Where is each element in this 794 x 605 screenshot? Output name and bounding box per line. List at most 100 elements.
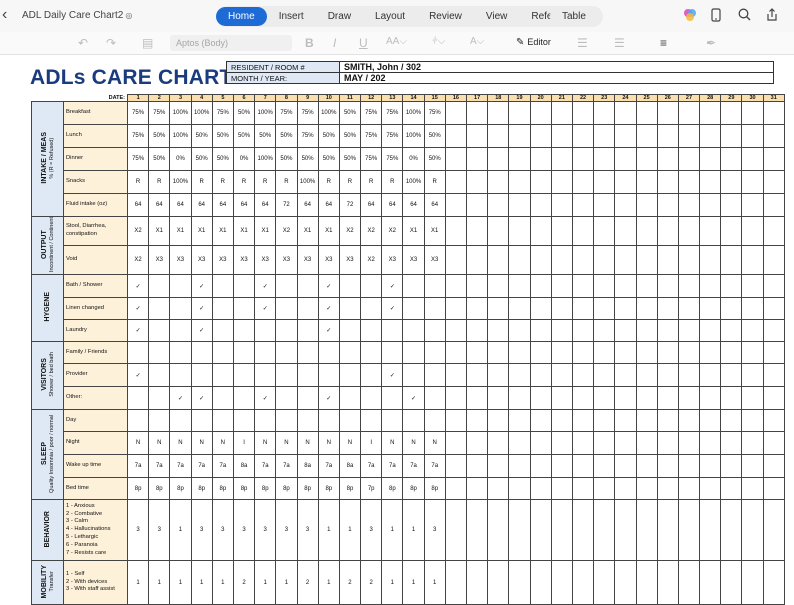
font-color-icon[interactable]: A⌵ [470,36,484,47]
day-cell[interactable] [699,341,722,365]
day-cell[interactable] [444,193,468,217]
day-cell[interactable]: N [126,431,150,456]
day-cell[interactable] [656,297,679,321]
day-cell[interactable] [635,147,658,171]
day-cell[interactable] [762,124,785,148]
checkmark-icon[interactable]: ✓ [402,386,425,411]
day-cell[interactable] [677,431,701,456]
checkmark-icon[interactable]: ✓ [126,319,150,343]
day-cell[interactable]: N [190,431,213,456]
day-cell[interactable] [720,274,743,299]
day-cell[interactable]: 8p [148,477,171,501]
day-cell[interactable] [338,386,362,411]
day-cell[interactable]: 72 [275,193,298,217]
day-cell[interactable]: I [232,431,256,456]
day-cell[interactable] [148,319,171,343]
day-cell[interactable]: 7p [360,477,383,501]
day-cell[interactable] [550,319,573,343]
day-cell[interactable] [720,245,743,276]
day-cell[interactable] [720,409,743,433]
day-cell[interactable] [550,193,573,217]
day-cell[interactable]: X3 [169,245,192,276]
day-cell[interactable] [699,477,722,501]
day-cell[interactable] [550,170,573,194]
day-cell[interactable]: 64 [423,193,446,217]
document-title[interactable]: ADL Daily Care Chart2 ◎ [22,10,132,21]
day-cell[interactable] [656,215,679,247]
day-cell[interactable] [487,363,510,388]
day-cell[interactable] [571,560,595,605]
day-cell[interactable]: 0% [402,147,425,171]
day-cell[interactable]: N [275,431,298,456]
day-cell[interactable] [635,386,658,411]
day-cell[interactable] [720,341,743,365]
day-cell[interactable] [699,363,722,388]
font-size-icon[interactable]: AA⌵ [386,36,407,47]
day-cell[interactable]: 64 [190,193,213,217]
day-cell[interactable] [169,363,192,388]
day-cell[interactable]: 100% [190,101,213,125]
day-cell[interactable] [677,386,701,411]
day-cell[interactable] [677,124,701,148]
day-cell[interactable] [699,274,722,299]
day-cell[interactable] [677,147,701,171]
day-cell[interactable] [741,499,764,562]
day-cell[interactable]: X1 [296,215,319,247]
day-cell[interactable]: 3 [296,499,319,562]
day-cell[interactable] [593,341,616,365]
day-cell[interactable] [232,386,256,411]
day-cell[interactable]: 75% [275,101,298,125]
day-cell[interactable] [148,297,171,321]
day-cell[interactable]: 7a [275,454,298,479]
day-cell[interactable] [635,431,658,456]
day-cell[interactable]: 3 [148,499,171,562]
day-cell[interactable] [720,193,743,217]
day-cell[interactable] [656,193,679,217]
day-cell[interactable]: N [423,431,446,456]
day-cell[interactable] [699,147,722,171]
day-cell[interactable] [720,454,743,479]
day-cell[interactable]: 2 [232,560,256,605]
day-cell[interactable]: X3 [254,245,277,276]
day-cell[interactable] [614,215,637,247]
day-cell[interactable] [381,319,404,343]
redo-icon[interactable]: ↷ [106,36,116,50]
day-cell[interactable] [720,431,743,456]
day-cell[interactable] [614,409,637,433]
day-cell[interactable]: 75% [381,124,404,148]
day-cell[interactable] [381,409,404,433]
day-cell[interactable]: 50% [317,147,340,171]
day-cell[interactable] [444,409,468,433]
day-cell[interactable] [720,499,743,562]
day-cell[interactable] [444,386,468,411]
day-cell[interactable] [529,560,552,605]
day-cell[interactable] [529,409,552,433]
day-cell[interactable] [656,477,679,501]
day-cell[interactable]: I [360,431,383,456]
day-cell[interactable] [465,245,489,276]
day-cell[interactable]: 8p [126,477,150,501]
checkmark-icon[interactable]: ✓ [190,319,213,343]
day-cell[interactable]: 3 [232,499,256,562]
day-cell[interactable]: N [148,431,171,456]
day-cell[interactable] [465,409,489,433]
day-cell[interactable] [487,341,510,365]
day-cell[interactable]: 50% [148,124,171,148]
day-cell[interactable] [487,124,510,148]
day-cell[interactable] [338,409,362,433]
day-cell[interactable]: 7a [148,454,171,479]
day-cell[interactable] [275,274,298,299]
day-cell[interactable]: 75% [126,147,150,171]
day-cell[interactable]: X3 [148,245,171,276]
day-cell[interactable]: 1 [169,560,192,605]
day-cell[interactable] [699,193,722,217]
day-cell[interactable]: 7a [423,454,446,479]
day-cell[interactable]: 100% [254,147,277,171]
day-cell[interactable] [550,101,573,125]
day-cell[interactable] [571,297,595,321]
day-cell[interactable]: 100% [402,101,425,125]
day-cell[interactable] [741,454,764,479]
day-cell[interactable] [444,341,468,365]
day-cell[interactable] [487,386,510,411]
day-cell[interactable]: X3 [190,245,213,276]
